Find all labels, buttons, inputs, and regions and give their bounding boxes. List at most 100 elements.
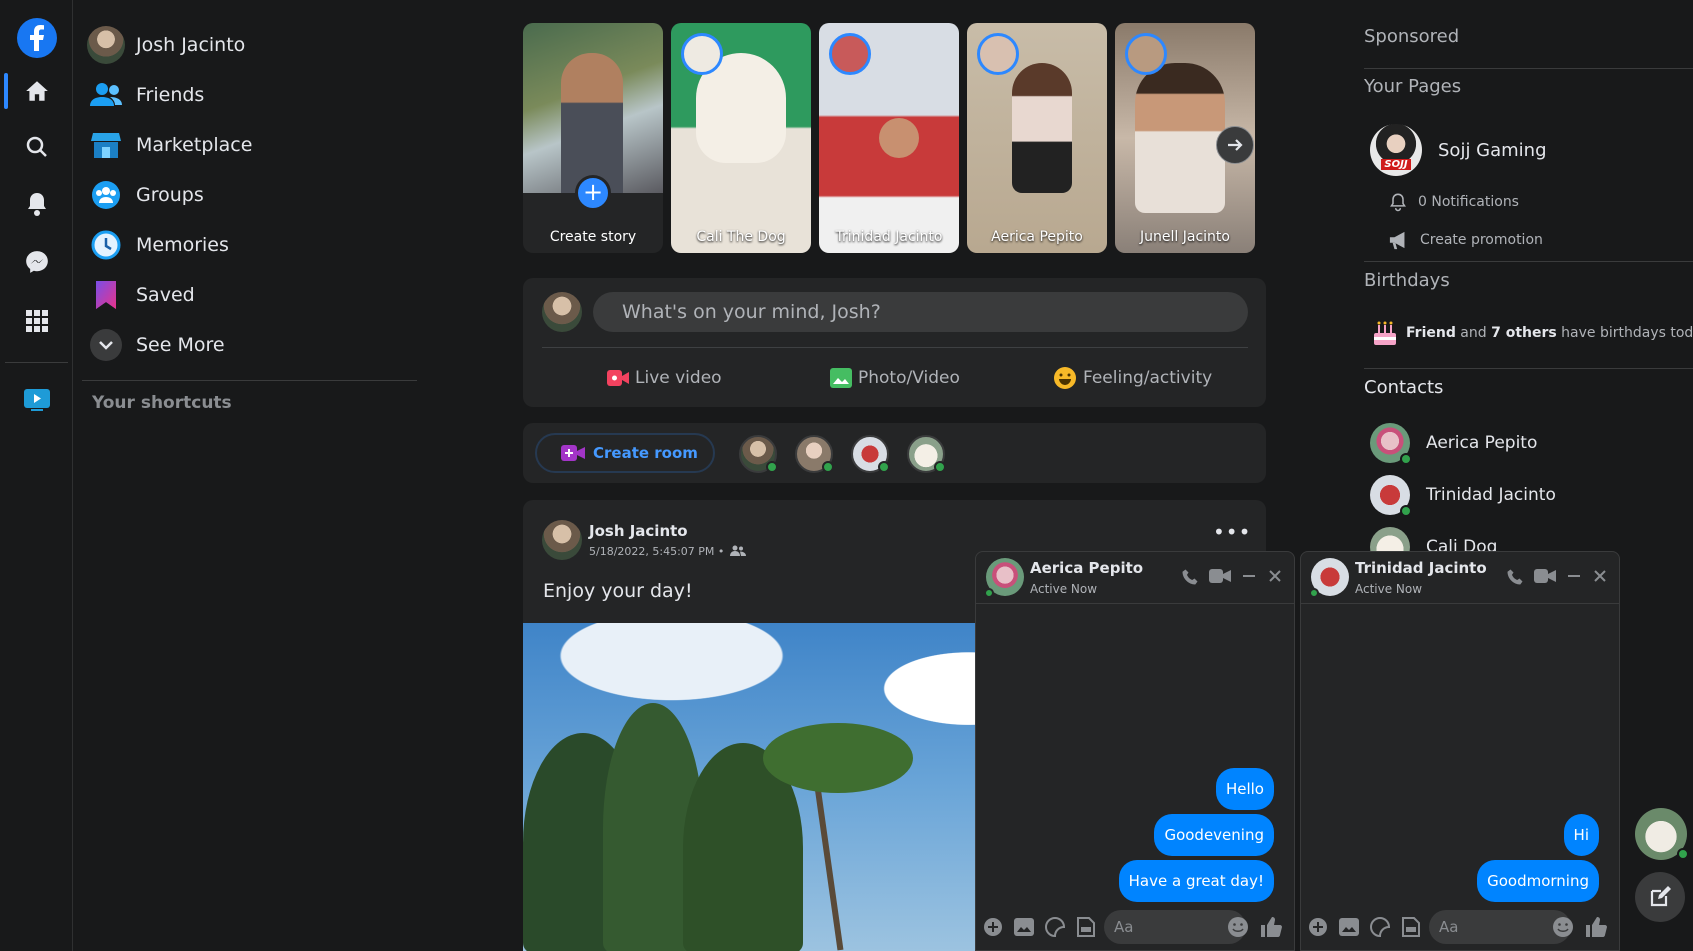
image-icon[interactable] [1338,916,1360,938]
nav-label-see-more: See More [136,334,225,356]
smiley-icon [1054,367,1076,389]
emoji-icon[interactable] [1552,916,1574,938]
story-card[interactable]: Aerica Pepito [967,23,1107,253]
chat-header[interactable]: Aerica Pepito Active Now [976,552,1294,604]
home-icon[interactable] [0,68,73,114]
contact-item[interactable]: Aerica Pepito [1370,423,1537,465]
post-text: Enjoy your day! [543,580,693,602]
message-bubble[interactable]: Goodevening [1154,814,1274,856]
story-photo [1012,63,1072,193]
bell-outline-icon [1390,193,1406,212]
search-icon[interactable] [0,124,73,170]
sticker-icon[interactable] [1044,916,1066,938]
live-video-icon [607,370,629,386]
online-indicator [822,461,834,473]
create-promotion-link[interactable]: Create promotion [1388,230,1543,250]
contact-name: Trinidad Jacinto [1426,485,1556,505]
create-room-button[interactable]: Create room [535,433,715,473]
contact-avatar [1370,475,1412,517]
plus-circle-icon[interactable] [982,916,1004,938]
nav-item-memories[interactable]: Memories [82,220,417,270]
composer-input[interactable]: What's on your mind, Josh? [593,292,1248,332]
online-indicator [1677,848,1689,860]
phone-icon[interactable] [1181,568,1199,590]
plus-circle-icon[interactable] [1307,916,1329,938]
story-name: Cali The Dog [696,229,786,245]
menu-grid-icon[interactable] [0,298,73,344]
page-notifications-link[interactable]: 0 Notifications [1388,192,1519,212]
right-divider [1364,68,1693,69]
chat-head-avatar[interactable] [1635,808,1689,860]
feeling-activity-button[interactable]: Feeling/activity [1053,362,1212,394]
story-card[interactable]: Cali The Dog [671,23,811,253]
profile-name: Josh Jacinto [136,34,246,56]
sticker-icon[interactable] [1369,916,1391,938]
post-more-options-icon[interactable]: ••• [1213,520,1251,544]
birthday-rest: have birthdays today. [1561,325,1693,341]
messenger-icon[interactable] [0,239,73,285]
video-call-icon[interactable] [1209,568,1231,588]
contact-item[interactable]: Trinidad Jacinto [1370,475,1556,517]
shortcuts-title: Your shortcuts [92,393,232,413]
story-avatar [1125,33,1167,75]
groups-icon [86,175,126,215]
online-indicator [1400,453,1412,465]
chat-window: Aerica Pepito Active Now Hello Goodeveni… [975,551,1295,951]
nav-item-marketplace[interactable]: Marketplace [82,120,417,170]
chat-message-input[interactable]: Aa [1104,910,1246,944]
chat-footer: Aa [976,904,1294,950]
post-author-avatar[interactable] [542,520,582,560]
page-link-sojj-gaming[interactable]: SOJJ Sojj Gaming [1370,124,1547,176]
minimize-icon[interactable] [1566,568,1582,588]
post-timestamp[interactable]: 5/18/2022, 5:45:07 PM • [589,545,746,558]
birthday-cake-icon [1374,321,1396,345]
story-card[interactable]: Trinidad Jacinto [819,23,959,253]
video-call-icon[interactable] [1534,568,1556,588]
feeling-activity-label: Feeling/activity [1083,368,1213,388]
message-bubble[interactable]: Goodmorning [1477,860,1599,902]
online-indicator [878,461,890,473]
image-icon[interactable] [1013,916,1035,938]
compose-icon [1650,886,1671,907]
nav-item-see-more[interactable]: See More [82,320,417,370]
new-message-button[interactable] [1635,872,1685,922]
right-divider [1364,261,1693,262]
message-bubble[interactable]: Hello [1215,768,1274,810]
nav-divider [82,380,417,381]
close-icon[interactable] [1268,568,1282,587]
page-name: Sojj Gaming [1438,139,1547,161]
chat-message-input[interactable]: Aa [1429,910,1571,944]
plus-icon: + [575,175,611,211]
profile-avatar [86,25,126,65]
minimize-icon[interactable] [1241,568,1257,588]
nav-item-groups[interactable]: Groups [82,170,417,220]
phone-icon[interactable] [1506,568,1524,590]
chat-avatar [1309,558,1349,598]
photo-video-button[interactable]: Photo/Video [830,362,960,394]
birthdays-row[interactable]: Friend and 7 others have birthdays today… [1372,320,1693,346]
chat-header[interactable]: Trinidad Jacinto Active Now [1301,552,1619,604]
profile-link[interactable]: Josh Jacinto [82,20,417,70]
nav-item-friends[interactable]: Friends [82,70,417,120]
thumbs-up-icon[interactable] [1260,916,1282,938]
saved-icon [86,275,126,315]
nav-item-saved[interactable]: Saved [82,270,417,320]
story-name: Trinidad Jacinto [835,229,943,245]
emoji-icon[interactable] [1227,916,1249,938]
post-author-name[interactable]: Josh Jacinto [589,522,688,540]
create-story-card[interactable]: + Create story [523,23,663,253]
nav-label-marketplace: Marketplace [136,134,253,156]
live-video-button[interactable]: Live video [607,362,722,394]
watch-icon[interactable] [0,377,73,423]
stories-next-button[interactable] [1216,126,1254,164]
online-indicator [984,588,994,598]
gif-icon[interactable] [1075,916,1097,938]
story-name: Create story [549,229,637,245]
gif-icon[interactable] [1400,916,1422,938]
message-bubble[interactable]: Hi [1563,814,1599,856]
thumbs-up-icon[interactable] [1585,916,1607,938]
bell-icon[interactable] [0,181,73,227]
facebook-logo-icon[interactable] [0,15,73,61]
close-icon[interactable] [1593,568,1607,587]
message-bubble[interactable]: Have a great day! [1118,860,1274,902]
